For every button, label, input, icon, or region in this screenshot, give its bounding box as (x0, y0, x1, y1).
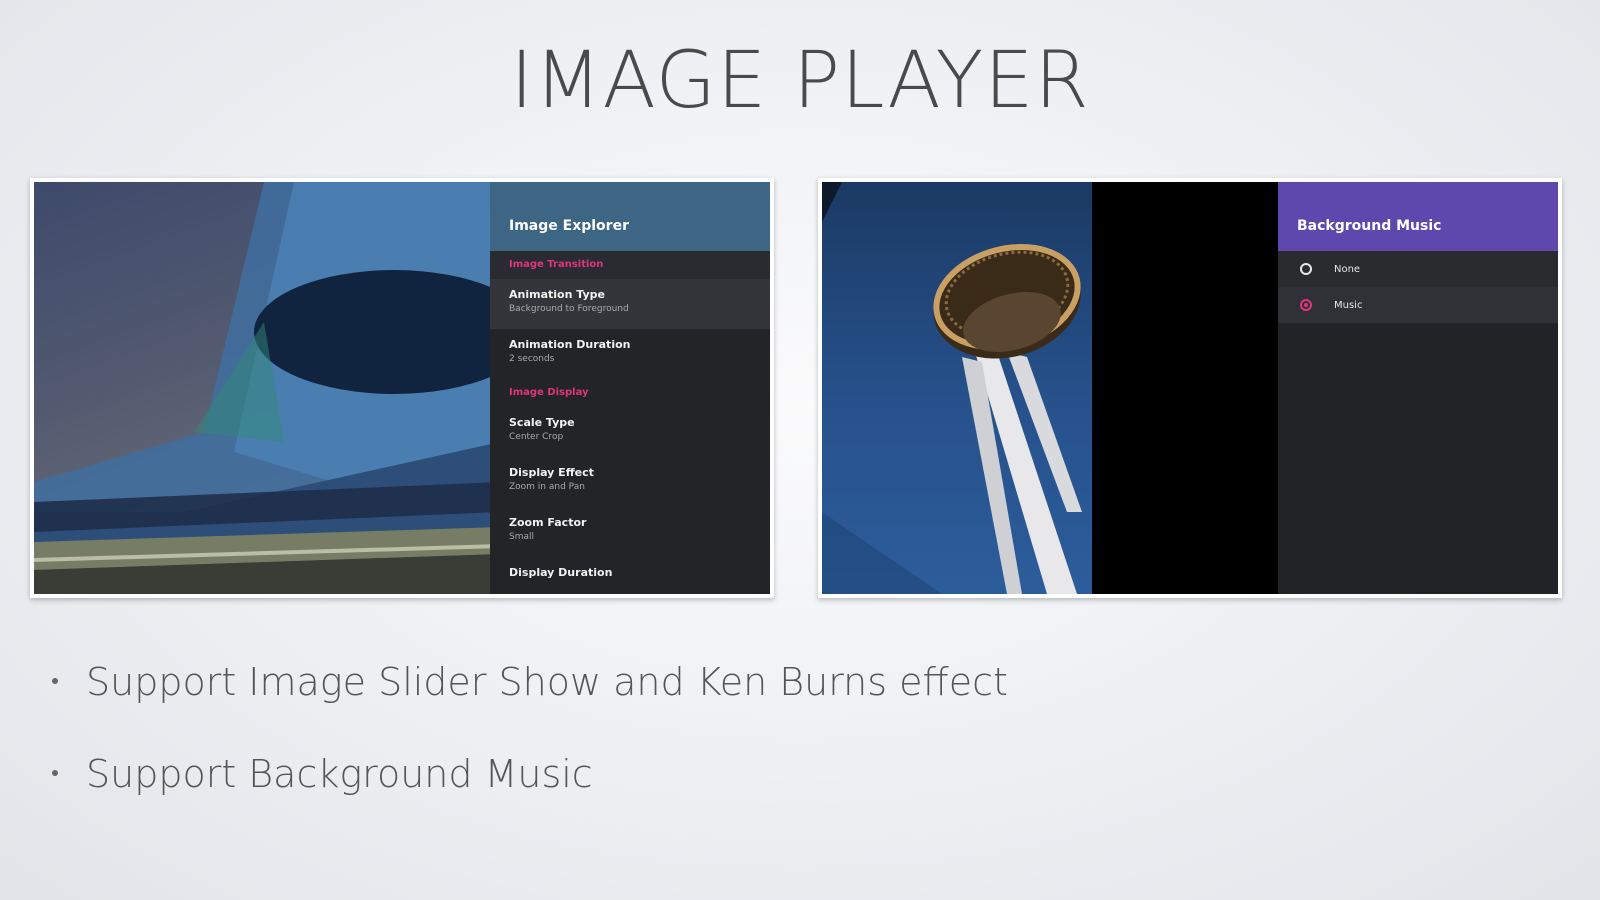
section-label-image-display: Image Display (509, 387, 589, 398)
setting-title: Animation Type (509, 288, 605, 301)
setting-title: Display Duration (509, 566, 613, 579)
bullet-item: Support Image Slider Show and Ken Burns … (50, 662, 1008, 754)
setting-title: Animation Duration (509, 338, 631, 351)
slide-title: IMAGE PLAYER (510, 36, 1090, 126)
section-label-image-transition: Image Transition (490, 251, 770, 279)
architecture-photo (34, 182, 500, 594)
bullet-icon (52, 678, 58, 684)
option-label: Music (1334, 299, 1363, 311)
panel-header: Image Explorer (490, 182, 770, 251)
option-music[interactable]: Music (1278, 287, 1558, 323)
music-panel: Background Music None Music (1278, 182, 1558, 594)
radio-checked-icon[interactable] (1300, 299, 1312, 311)
space-needle-photo (822, 182, 1082, 594)
option-label: None (1334, 263, 1361, 275)
setting-title: Display Effect (509, 466, 594, 479)
panel-header: Background Music (1278, 182, 1558, 251)
setting-value: Background to Foreground (509, 304, 629, 314)
bullet-icon (52, 770, 58, 776)
radio-unchecked-icon[interactable] (1300, 263, 1312, 275)
bullet-item: Support Background Music (50, 754, 1008, 846)
setting-value: 2 seconds (509, 354, 555, 364)
setting-title: Scale Type (509, 416, 575, 429)
setting-title: Zoom Factor (509, 516, 587, 529)
background-photo (34, 182, 500, 594)
bullet-text: Support Background Music (86, 752, 593, 796)
screenshot-image-explorer: Image Explorer Image Transition Animatio… (30, 178, 774, 598)
setting-animation-duration[interactable]: Animation Duration 2 seconds (490, 329, 770, 379)
screen: Image Explorer Image Transition Animatio… (34, 182, 770, 594)
setting-value: Center Crop (509, 432, 564, 442)
screenshot-background-music: Background Music None Music (818, 178, 1562, 598)
setting-value: Zoom in and Pan (509, 482, 585, 492)
setting-display-effect[interactable]: Display Effect Zoom in and Pan (490, 457, 770, 507)
bullet-text: Support Image Slider Show and Ken Burns … (86, 660, 1008, 704)
settings-panel: Image Explorer Image Transition Animatio… (490, 182, 770, 594)
setting-scale-type[interactable]: Scale Type Center Crop (490, 407, 770, 457)
background-photo (822, 182, 1092, 594)
setting-animation-type[interactable]: Animation Type Background to Foreground (490, 279, 770, 329)
bullet-list: Support Image Slider Show and Ken Burns … (50, 662, 1008, 846)
screen: Background Music None Music (822, 182, 1558, 594)
setting-display-duration[interactable]: Display Duration (490, 557, 770, 594)
setting-zoom-factor[interactable]: Zoom Factor Small (490, 507, 770, 557)
option-none[interactable]: None (1278, 251, 1558, 287)
setting-value: Small (509, 532, 534, 542)
